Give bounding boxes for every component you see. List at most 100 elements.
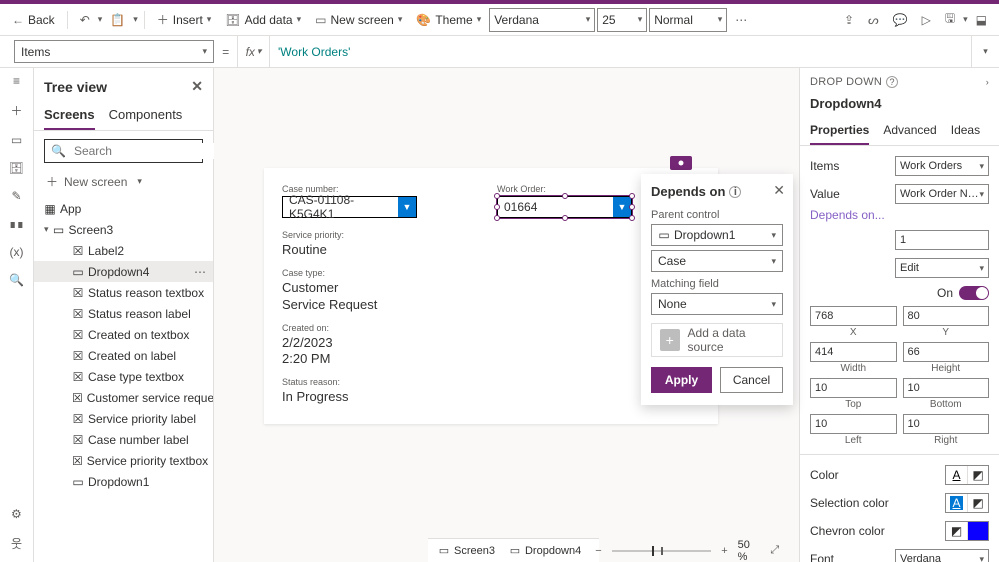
- tree-node-status-reason-label[interactable]: ☒Status reason label: [34, 303, 213, 324]
- dropdown1-control[interactable]: CAS-01108-K5G4K1 ▼: [282, 196, 417, 218]
- save-button[interactable]: 🖫: [939, 7, 961, 33]
- info-icon[interactable]: i: [729, 186, 741, 198]
- zoom-slider[interactable]: [612, 550, 712, 552]
- value-select[interactable]: Work Order Number▾: [895, 184, 989, 204]
- formula-input[interactable]: 'Work Orders': [270, 36, 971, 67]
- tree-node-app[interactable]: ▦App: [34, 198, 213, 219]
- bottom-input[interactable]: 10: [903, 378, 990, 398]
- font-weight-select[interactable]: Normal▾: [649, 8, 727, 32]
- tree-node-screen3[interactable]: ▾▭Screen3: [34, 219, 213, 240]
- selection-color[interactable]: A◩: [945, 493, 989, 513]
- height-input[interactable]: 66: [903, 342, 990, 362]
- tree-node-service-priority-label[interactable]: ☒Service priority label: [34, 408, 213, 429]
- insert-button[interactable]: ＋ Insert ▾: [151, 7, 218, 33]
- case-select[interactable]: Case▾: [651, 250, 783, 272]
- edit-select[interactable]: Edit▾: [895, 258, 989, 278]
- save-split-caret[interactable]: ▾: [963, 14, 968, 25]
- label-icon: ☒: [72, 371, 84, 383]
- tree-node-case-type-textbox[interactable]: ☒Case type textbox: [34, 366, 213, 387]
- font-size-select[interactable]: 25▾: [597, 8, 647, 32]
- property-select[interactable]: Items▾: [14, 40, 214, 63]
- undo-button[interactable]: ↶: [74, 7, 96, 33]
- tab-ideas[interactable]: Ideas: [951, 117, 980, 145]
- tree-node-case-number-label[interactable]: ☒Case number label: [34, 429, 213, 450]
- items-select[interactable]: Work Orders▾: [895, 156, 989, 176]
- ask-icon[interactable]: 웃: [11, 535, 22, 552]
- x-input[interactable]: 768: [810, 306, 897, 326]
- tree-node-customer-service-request-label[interactable]: ☒Customer service request label: [34, 387, 213, 408]
- zoom-out-button[interactable]: −: [595, 545, 601, 557]
- search-icon[interactable]: 🔍: [9, 273, 24, 287]
- width-input[interactable]: 414: [810, 342, 897, 362]
- add-icon[interactable]: ＋: [10, 102, 22, 119]
- cancel-button[interactable]: Cancel: [720, 367, 783, 393]
- help-icon[interactable]: ?: [886, 76, 898, 88]
- left-input[interactable]: 10: [810, 414, 897, 434]
- settings-icon[interactable]: ⚙: [11, 507, 22, 521]
- tree-node-created-on-label[interactable]: ☒Created on label: [34, 345, 213, 366]
- tab-screens[interactable]: Screens: [44, 101, 95, 130]
- default-input[interactable]: 1: [895, 230, 989, 250]
- screen-icon: ▭: [315, 13, 326, 27]
- depends-on-link[interactable]: Depends on...: [800, 208, 999, 226]
- tree-node-dropdown1[interactable]: ▭Dropdown1: [34, 471, 213, 492]
- visible-toggle[interactable]: [959, 286, 989, 300]
- new-screen-button[interactable]: ▭ New screen ▾: [309, 7, 408, 33]
- separator: [144, 11, 145, 29]
- add-data-source[interactable]: +Add a data source: [651, 323, 783, 357]
- tree-node-created-on-textbox[interactable]: ☒Created on textbox: [34, 324, 213, 345]
- paste-split-caret[interactable]: ▾: [133, 14, 138, 25]
- font-select-panel[interactable]: Verdana▾: [895, 549, 989, 562]
- insert-icon[interactable]: ▭: [11, 133, 22, 147]
- more-button[interactable]: ⋯: [729, 7, 753, 33]
- dropdown-icon: ▭: [658, 229, 670, 241]
- back-button[interactable]: ← Back: [6, 7, 61, 33]
- tree-search-input[interactable]: [72, 143, 231, 159]
- flows-icon[interactable]: ∎∎: [9, 217, 24, 231]
- undo-split-caret[interactable]: ▾: [98, 14, 103, 25]
- theme-button[interactable]: 🎨 Theme ▾: [410, 7, 487, 33]
- media-icon[interactable]: ✎: [11, 189, 21, 203]
- fit-screen-button[interactable]: ⤢: [770, 544, 779, 557]
- status-control[interactable]: ▭Dropdown4: [509, 545, 581, 557]
- zoom-in-button[interactable]: +: [721, 545, 727, 557]
- share-button[interactable]: ⇪: [838, 7, 860, 33]
- parent-control-label: Parent control: [651, 209, 783, 221]
- checker-button[interactable]: ᔕ: [862, 7, 885, 33]
- status-screen[interactable]: ▭Screen3: [438, 545, 495, 557]
- search-icon: 🔍: [51, 144, 66, 158]
- fx-label[interactable]: fx▾: [238, 36, 270, 67]
- tree-node-status-reason-textbox[interactable]: ☒Status reason textbox: [34, 282, 213, 303]
- tab-components[interactable]: Components: [109, 101, 183, 130]
- tree-search[interactable]: 🔍: [44, 139, 203, 163]
- more-icon[interactable]: ⋯: [194, 265, 207, 279]
- tab-advanced[interactable]: Advanced: [883, 117, 936, 145]
- publish-button[interactable]: ⬓: [970, 7, 993, 33]
- apply-button[interactable]: Apply: [651, 367, 712, 393]
- hamburger-icon[interactable]: ≡: [13, 74, 20, 88]
- font-select[interactable]: Verdana▾: [489, 8, 595, 32]
- font-color[interactable]: A◩: [945, 465, 989, 485]
- tree-node-label2[interactable]: ☒Label2: [34, 240, 213, 261]
- tree-node-dropdown4[interactable]: ▭Dropdown4⋯: [34, 261, 213, 282]
- tree-node-service-priority-textbox[interactable]: ☒Service priority textbox: [34, 450, 213, 471]
- add-data-button[interactable]: 🗄 Add data ▾: [219, 7, 307, 33]
- tab-properties[interactable]: Properties: [810, 117, 869, 145]
- matching-field-select[interactable]: None▾: [651, 293, 783, 315]
- dropdown4-control[interactable]: 01664 ▼: [497, 196, 632, 218]
- chevron-right-icon[interactable]: ›: [986, 77, 989, 87]
- comments-button[interactable]: 💬: [887, 7, 914, 33]
- preview-button[interactable]: ▷: [916, 7, 937, 33]
- advanced-icon[interactable]: (x): [10, 245, 24, 259]
- expand-formula-button[interactable]: ▾: [971, 36, 999, 67]
- paste-button[interactable]: 📋: [104, 7, 131, 33]
- tree-new-screen[interactable]: ＋ New screen ▾: [34, 167, 213, 196]
- y-input[interactable]: 80: [903, 306, 990, 326]
- chevron-color[interactable]: ◩: [945, 521, 989, 541]
- parent-control-select[interactable]: ▭Dropdown1▾: [651, 224, 783, 246]
- top-input[interactable]: 10: [810, 378, 897, 398]
- data-icon[interactable]: 🗄: [9, 161, 24, 175]
- right-input[interactable]: 10: [903, 414, 990, 434]
- close-tree-button[interactable]: ✕: [191, 78, 203, 95]
- close-button[interactable]: ✕: [773, 182, 785, 199]
